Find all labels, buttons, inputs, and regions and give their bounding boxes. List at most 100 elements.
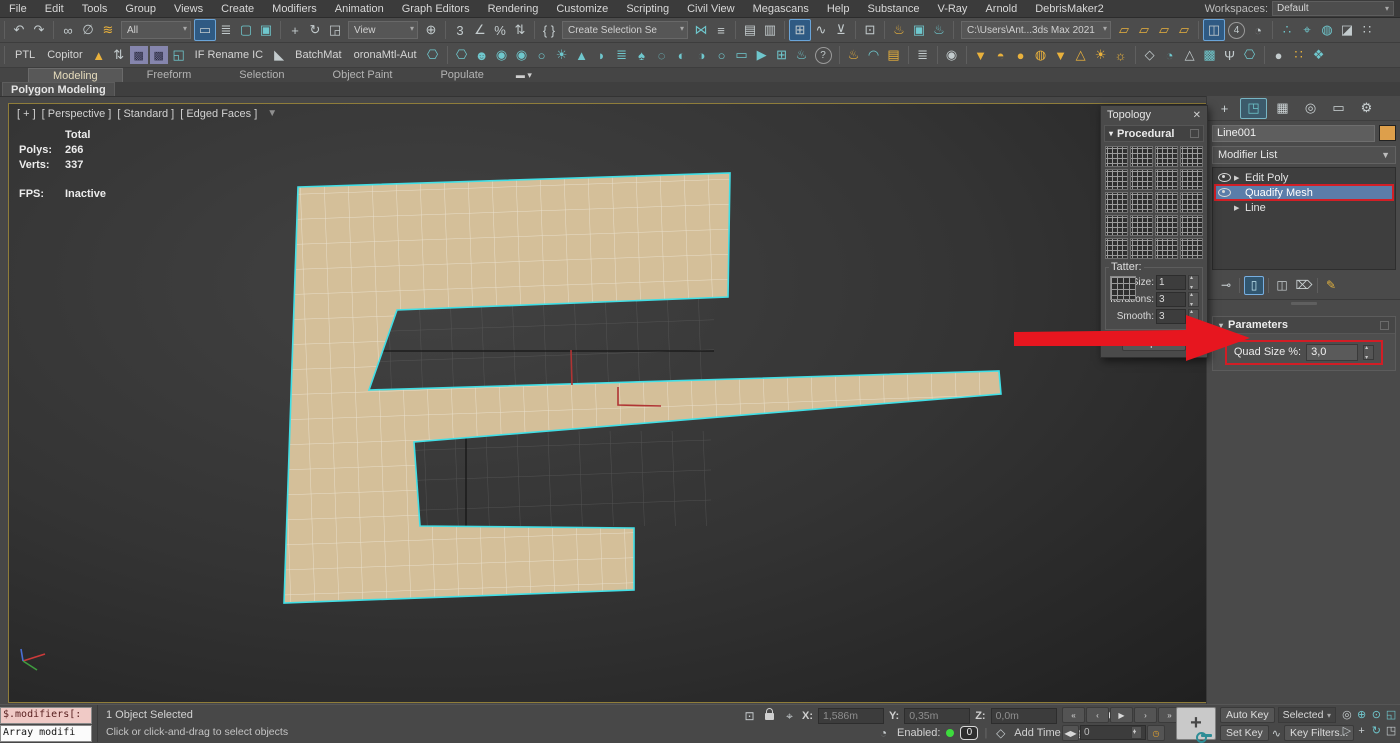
topology-pattern-thumbnail[interactable] [1130,215,1153,236]
absolute-mode-transform-icon[interactable]: ⌖ [782,709,797,724]
orbit-icon[interactable]: ↻ [1370,723,1384,738]
menu-item[interactable]: Group [116,3,165,15]
sphere-light-icon[interactable]: ● [1011,45,1031,65]
polygon-modeling-panel-tab[interactable]: Polygon Modeling [2,82,115,96]
separator[interactable] [966,46,967,64]
next-frame-button[interactable]: › [1134,707,1157,723]
separator[interactable] [784,21,785,39]
key-mode-toggle-icon[interactable]: ◀▶ [1062,725,1079,741]
menu-item[interactable]: Megascans [744,3,818,15]
topology-pattern-thumbnail[interactable] [1105,169,1128,190]
stack-row-quadify-mesh[interactable]: Quadify Mesh [1215,185,1393,200]
sun-rays-icon[interactable]: ☼ [1111,45,1131,65]
mirror-icon[interactable]: ⋈ [691,20,711,40]
separator[interactable] [4,46,5,64]
help-circle-icon[interactable]: ? [815,47,832,64]
separator[interactable] [534,21,535,39]
selection-filter-dropdown[interactable]: All [121,21,191,39]
window-crossing-icon[interactable]: ▣ [256,20,276,40]
snap-toggle-3d-icon[interactable]: 3 [450,20,470,40]
current-frame-field[interactable]: 0 [1080,725,1146,740]
camera-icon[interactable]: ◉ [492,45,512,65]
play-button[interactable]: ▶ [1110,707,1133,723]
open-folder-icon[interactable]: ▱ [1134,20,1154,40]
menu-item[interactable]: Modifiers [263,3,326,15]
pin-marker-icon[interactable]: ❖ [1309,45,1329,65]
visibility-eye-icon[interactable] [1218,173,1231,182]
ribbon-tab-selection[interactable]: Selection [215,68,308,82]
polyhedron-icon[interactable]: ◇ [1140,45,1160,65]
tatter-size-field[interactable]: 1 [1156,275,1186,290]
corona-hexagon-icon[interactable]: ⎔ [423,45,443,65]
zoom-all-icon[interactable]: ⊕ [1355,707,1369,722]
topology-pattern-thumbnail[interactable] [1155,146,1178,167]
display-tab[interactable]: ▭ [1326,99,1351,118]
camera2-icon[interactable]: ◉ [942,45,962,65]
selection-center-icon[interactable]: ⌖ [1297,20,1317,40]
scene-cleaner-icon[interactable]: ◪ [1337,20,1357,40]
grid-small-icon[interactable]: ∷ [1357,20,1377,40]
topology-pattern-thumbnail[interactable] [1180,192,1203,213]
camera-tripod-icon[interactable]: △ [1180,45,1200,65]
menu-item[interactable]: V-Ray [928,3,976,15]
object-color-swatch[interactable] [1379,125,1396,141]
forest-icon[interactable]: ♠ [632,45,652,65]
schematic-view-icon[interactable]: ⊻ [831,20,851,40]
topology-pattern-thumbnail[interactable] [1130,238,1153,259]
menu-item[interactable]: Customize [547,3,617,15]
light-bulb-icon[interactable]: ○ [532,45,552,65]
fire-hex-icon[interactable]: ⎔ [1240,45,1260,65]
separator[interactable] [1317,278,1318,293]
pie-slice-icon[interactable]: ◔ [1160,45,1180,65]
topology-pattern-thumbnail[interactable] [1180,215,1203,236]
z-coordinate-field[interactable]: 0,0m [991,708,1057,724]
video-panel-icon[interactable]: ▶ [752,45,772,65]
menu-item[interactable]: Edit [36,3,73,15]
align-icon[interactable]: ≡ [711,20,731,40]
viewport-render-style-menu[interactable]: [ Standard ] [117,108,174,120]
motion-tab[interactable]: ◎ [1298,99,1323,118]
use-pivot-center-icon[interactable]: ⊕ [421,20,441,40]
corona-hexagon2-icon[interactable]: ⎔ [452,45,472,65]
toggle-ribbon-icon[interactable]: ⊞ [789,19,811,41]
menu-item[interactable]: Views [165,3,212,15]
viewport-general-menu[interactable]: [ + ] [17,108,36,120]
rendered-frame-window-icon[interactable]: ▣ [909,20,929,40]
batchmat-button[interactable]: BatchMat [289,45,347,65]
separator[interactable] [855,21,856,39]
separator[interactable] [1198,21,1199,39]
gray-sphere-icon[interactable]: ● [1269,45,1289,65]
listener-script-line[interactable]: Array modifi [0,725,92,742]
toggle-scene-explorer-icon[interactable]: ▤ [740,20,760,40]
undo-count-icon[interactable]: 4 [1228,22,1245,39]
menu-item[interactable]: Scripting [617,3,678,15]
viewport-pov-menu[interactable]: [ Perspective ] [42,108,112,120]
edit-named-selection-sets-icon[interactable]: { } [539,20,559,40]
utilities-tab[interactable]: ⚙ [1354,99,1379,118]
separator[interactable] [839,46,840,64]
go-to-start-button[interactable]: « [1062,707,1085,723]
undo-icon[interactable]: ↶ [9,20,29,40]
menu-item[interactable]: Help [818,3,859,15]
separator[interactable] [280,21,281,39]
separator[interactable] [447,46,448,64]
topology-pattern-thumbnail[interactable] [1155,238,1178,259]
symmetry-tool-icon[interactable]: ⇅ [109,45,129,65]
ribbon-overflow-icon[interactable]: ▬ ▾ [508,68,540,82]
procedural-rollout-header[interactable]: ▾ Procedural [1104,125,1204,142]
isolate-selection-icon[interactable]: ⊡ [742,709,757,724]
separator[interactable] [1268,278,1269,293]
ies-light-icon[interactable]: △ [1071,45,1091,65]
spinner-control[interactable] [1188,292,1199,307]
modify-tab[interactable]: ◳ [1240,98,1267,119]
corona-convert-icon[interactable]: ◗ [592,45,612,65]
pan-icon[interactable]: + [1355,723,1369,738]
ribbon-tab-populate[interactable]: Populate [416,68,507,82]
named-selection-sets-dropdown[interactable]: Create Selection Se [562,21,688,39]
zoom-extents-icon[interactable]: ⊙ [1370,707,1384,722]
counter-badge[interactable]: 0 [960,726,978,740]
topology-pattern-thumbnail[interactable] [1180,146,1203,167]
green-user-icon[interactable]: ☻ [472,45,492,65]
remove-modifier-icon[interactable]: ⌦ [1295,277,1313,294]
pin-stack-icon[interactable]: ⊸ [1217,277,1235,294]
